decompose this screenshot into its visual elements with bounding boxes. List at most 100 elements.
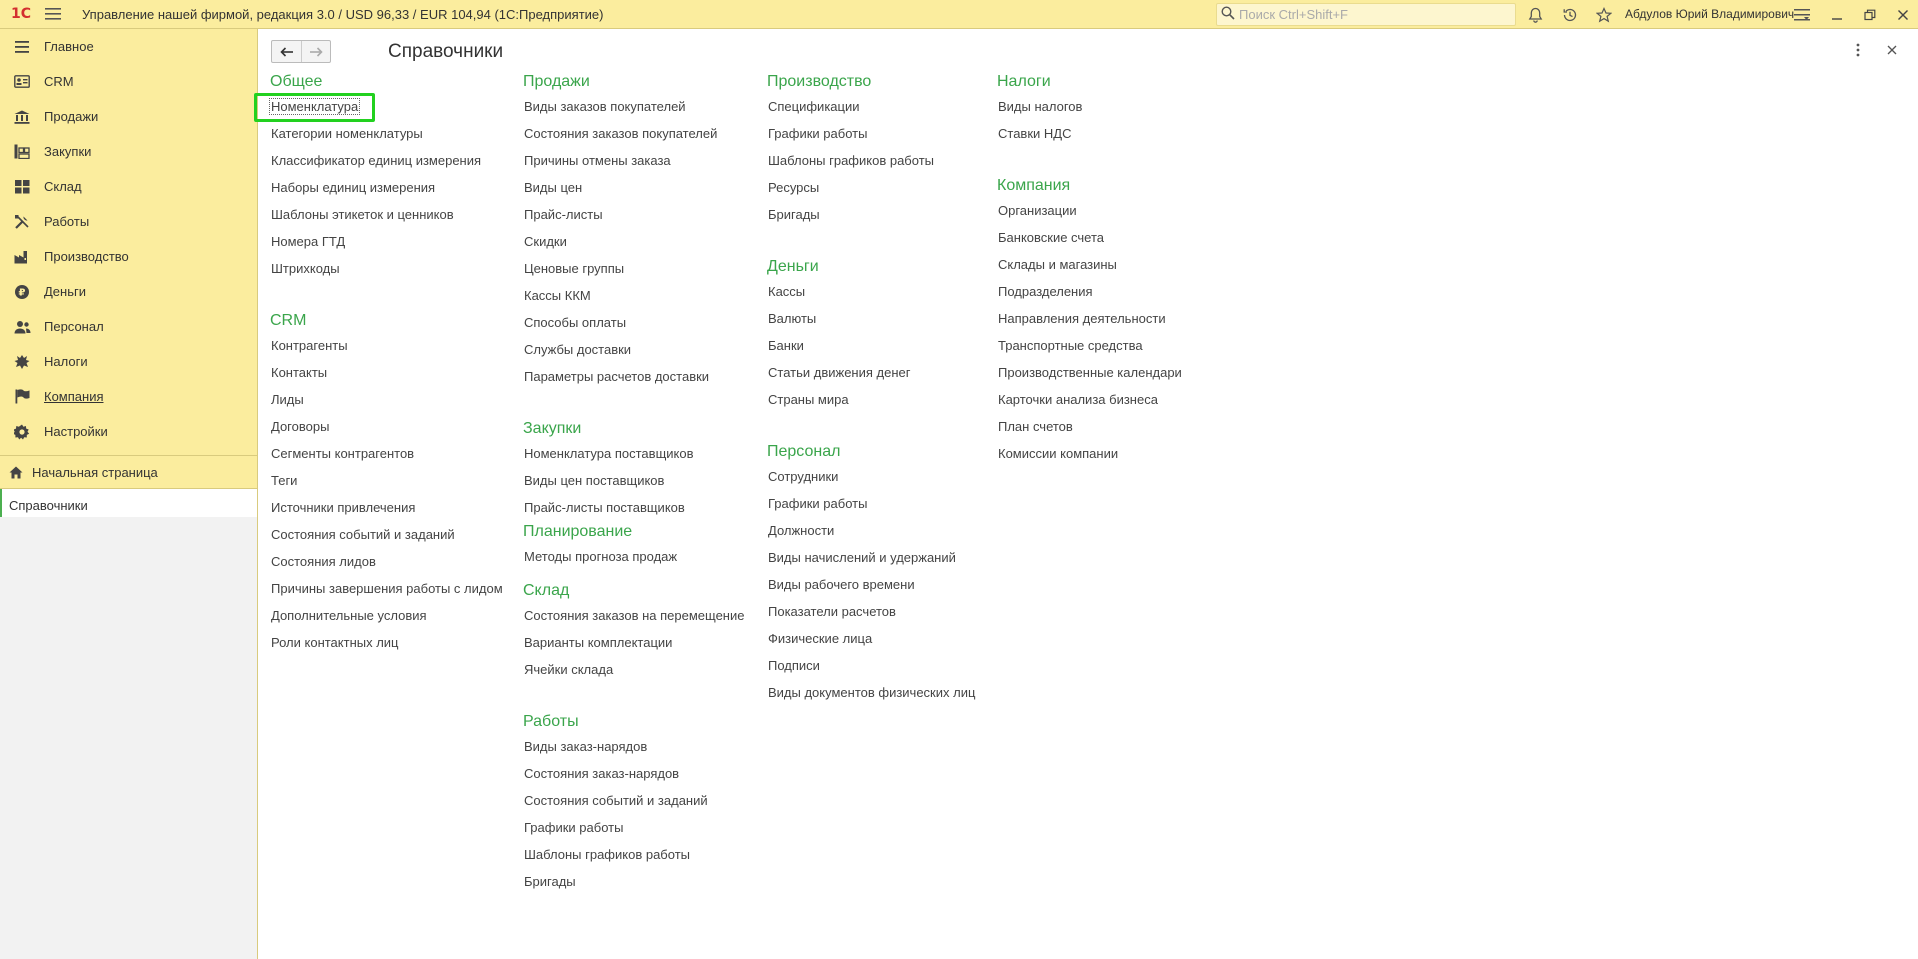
- sidebar-item-money[interactable]: ₽ Деньги: [0, 274, 257, 309]
- back-arrow-icon[interactable]: [272, 41, 301, 62]
- directory-link[interactable]: Направления деятельности: [996, 305, 1182, 332]
- main-menu-icon[interactable]: [38, 0, 68, 29]
- directory-link[interactable]: Валюты: [766, 305, 975, 332]
- directory-link[interactable]: Состояния событий и заданий: [522, 787, 744, 814]
- directory-link[interactable]: Должности: [766, 517, 975, 544]
- directory-link[interactable]: Шаблоны этикеток и ценников: [269, 201, 503, 228]
- search-input[interactable]: [1239, 7, 1499, 22]
- sidebar-item-purchases[interactable]: Закупки: [0, 134, 257, 169]
- directory-link[interactable]: Бригады: [522, 868, 744, 895]
- directory-link[interactable]: Производственные календари: [996, 359, 1182, 386]
- forward-arrow-icon[interactable]: [301, 41, 330, 62]
- minimize-icon[interactable]: [1826, 4, 1848, 26]
- sidebar-item-taxes[interactable]: Налоги: [0, 344, 257, 379]
- directory-link[interactable]: Транспортные средства: [996, 332, 1182, 359]
- directory-link[interactable]: Подписи: [766, 652, 975, 679]
- directory-link[interactable]: Виды начислений и удержаний: [766, 544, 975, 571]
- sidebar-item-production[interactable]: Производство: [0, 239, 257, 274]
- directory-link[interactable]: Виды заказ-нарядов: [522, 733, 744, 760]
- restore-icon[interactable]: [1859, 4, 1881, 26]
- directory-link[interactable]: Физические лица: [766, 625, 975, 652]
- sidebar-item-sales[interactable]: Продажи: [0, 99, 257, 134]
- directory-link[interactable]: Графики работы: [766, 120, 975, 147]
- settings-menu-icon[interactable]: [1791, 4, 1813, 26]
- current-user[interactable]: Абдулов Юрий Владимирович: [1625, 7, 1794, 21]
- directory-link[interactable]: Номера ГТД: [269, 228, 503, 255]
- directory-link[interactable]: Договоры: [269, 413, 503, 440]
- directory-link[interactable]: Графики работы: [522, 814, 744, 841]
- sidebar-item-people[interactable]: Персонал: [0, 309, 257, 344]
- directory-link[interactable]: Кассы ККМ: [522, 282, 744, 309]
- directory-link[interactable]: Ячейки склада: [522, 656, 744, 683]
- directory-link[interactable]: Сегменты контрагентов: [269, 440, 503, 467]
- directory-link[interactable]: Виды цен: [522, 174, 744, 201]
- directory-link[interactable]: Показатели расчетов: [766, 598, 975, 625]
- directory-link[interactable]: Склады и магазины: [996, 251, 1182, 278]
- history-icon[interactable]: [1559, 4, 1581, 26]
- directory-link[interactable]: Страны мира: [766, 386, 975, 413]
- directory-link[interactable]: Комиссии компании: [996, 440, 1182, 467]
- directory-link[interactable]: Статьи движения денег: [766, 359, 975, 386]
- directory-link[interactable]: Организации: [996, 197, 1182, 224]
- directory-link[interactable]: Причины отмены заказа: [522, 147, 744, 174]
- directory-link[interactable]: Категории номенклатуры: [269, 120, 503, 147]
- directory-link[interactable]: Виды рабочего времени: [766, 571, 975, 598]
- directory-link[interactable]: Варианты комплектации: [522, 629, 744, 656]
- star-icon[interactable]: [1593, 4, 1615, 26]
- directory-link[interactable]: Состояния событий и заданий: [269, 521, 503, 548]
- directory-link[interactable]: Виды цен поставщиков: [522, 467, 744, 494]
- sidebar-item-crm[interactable]: CRM: [0, 64, 257, 99]
- directory-link[interactable]: Спецификации: [766, 93, 975, 120]
- directory-link[interactable]: Причины завершения работы с лидом: [269, 575, 503, 602]
- directory-link[interactable]: Графики работы: [766, 490, 975, 517]
- directory-link[interactable]: Контрагенты: [269, 332, 503, 359]
- directory-link[interactable]: Бригады: [766, 201, 975, 228]
- directory-link[interactable]: Прайс-листы поставщиков: [522, 494, 744, 521]
- directory-link[interactable]: Карточки анализа бизнеса: [996, 386, 1182, 413]
- directory-link[interactable]: Номенклатура поставщиков: [522, 440, 744, 467]
- directory-link[interactable]: Номенклатура: [254, 93, 503, 122]
- close-window-icon[interactable]: [1892, 4, 1914, 26]
- directory-link[interactable]: План счетов: [996, 413, 1182, 440]
- directory-link[interactable]: Состояния лидов: [269, 548, 503, 575]
- directory-link[interactable]: Методы прогноза продаж: [522, 543, 744, 570]
- directory-link[interactable]: Состояния заказов покупателей: [522, 120, 744, 147]
- directory-link[interactable]: Роли контактных лиц: [269, 629, 503, 656]
- directory-link[interactable]: Виды налогов: [996, 93, 1182, 120]
- directory-link[interactable]: Банковские счета: [996, 224, 1182, 251]
- directory-link[interactable]: Шаблоны графиков работы: [522, 841, 744, 868]
- directory-link[interactable]: Подразделения: [996, 278, 1182, 305]
- directory-link[interactable]: Теги: [269, 467, 503, 494]
- sidebar-item-flag[interactable]: Компания: [0, 379, 257, 414]
- directory-link[interactable]: Лиды: [269, 386, 503, 413]
- directory-link[interactable]: Состояния заказов на перемещение: [522, 602, 744, 629]
- directory-link[interactable]: Виды документов физических лиц: [766, 679, 975, 706]
- open-window-home[interactable]: Начальная страница: [0, 456, 257, 489]
- sidebar-item-warehouse[interactable]: Склад: [0, 169, 257, 204]
- directory-link[interactable]: Наборы единиц измерения: [269, 174, 503, 201]
- global-search[interactable]: [1216, 3, 1516, 26]
- directory-link[interactable]: Ценовые группы: [522, 255, 744, 282]
- directory-link[interactable]: Контакты: [269, 359, 503, 386]
- directory-link[interactable]: Ресурсы: [766, 174, 975, 201]
- directory-link[interactable]: Сотрудники: [766, 463, 975, 490]
- directory-link[interactable]: Службы доставки: [522, 336, 744, 363]
- directory-link[interactable]: Дополнительные условия: [269, 602, 503, 629]
- directory-link[interactable]: Способы оплаты: [522, 309, 744, 336]
- directory-link[interactable]: Кассы: [766, 278, 975, 305]
- directory-link[interactable]: Шаблоны графиков работы: [766, 147, 975, 174]
- directory-link[interactable]: Прайс-листы: [522, 201, 744, 228]
- directory-link[interactable]: Классификатор единиц измерения: [269, 147, 503, 174]
- sidebar-item-tools[interactable]: Работы: [0, 204, 257, 239]
- directory-link[interactable]: Виды заказов покупателей: [522, 93, 744, 120]
- directory-link[interactable]: Ставки НДС: [996, 120, 1182, 147]
- bell-icon[interactable]: [1524, 4, 1546, 26]
- directory-link[interactable]: Банки: [766, 332, 975, 359]
- close-panel-icon[interactable]: [1882, 40, 1902, 60]
- sidebar-item-list[interactable]: Главное: [0, 29, 257, 64]
- more-actions-icon[interactable]: [1848, 40, 1868, 60]
- directory-link[interactable]: Состояния заказ-нарядов: [522, 760, 744, 787]
- directory-link[interactable]: Скидки: [522, 228, 744, 255]
- directory-link[interactable]: Источники привлечения: [269, 494, 503, 521]
- sidebar-item-gear[interactable]: Настройки: [0, 414, 257, 449]
